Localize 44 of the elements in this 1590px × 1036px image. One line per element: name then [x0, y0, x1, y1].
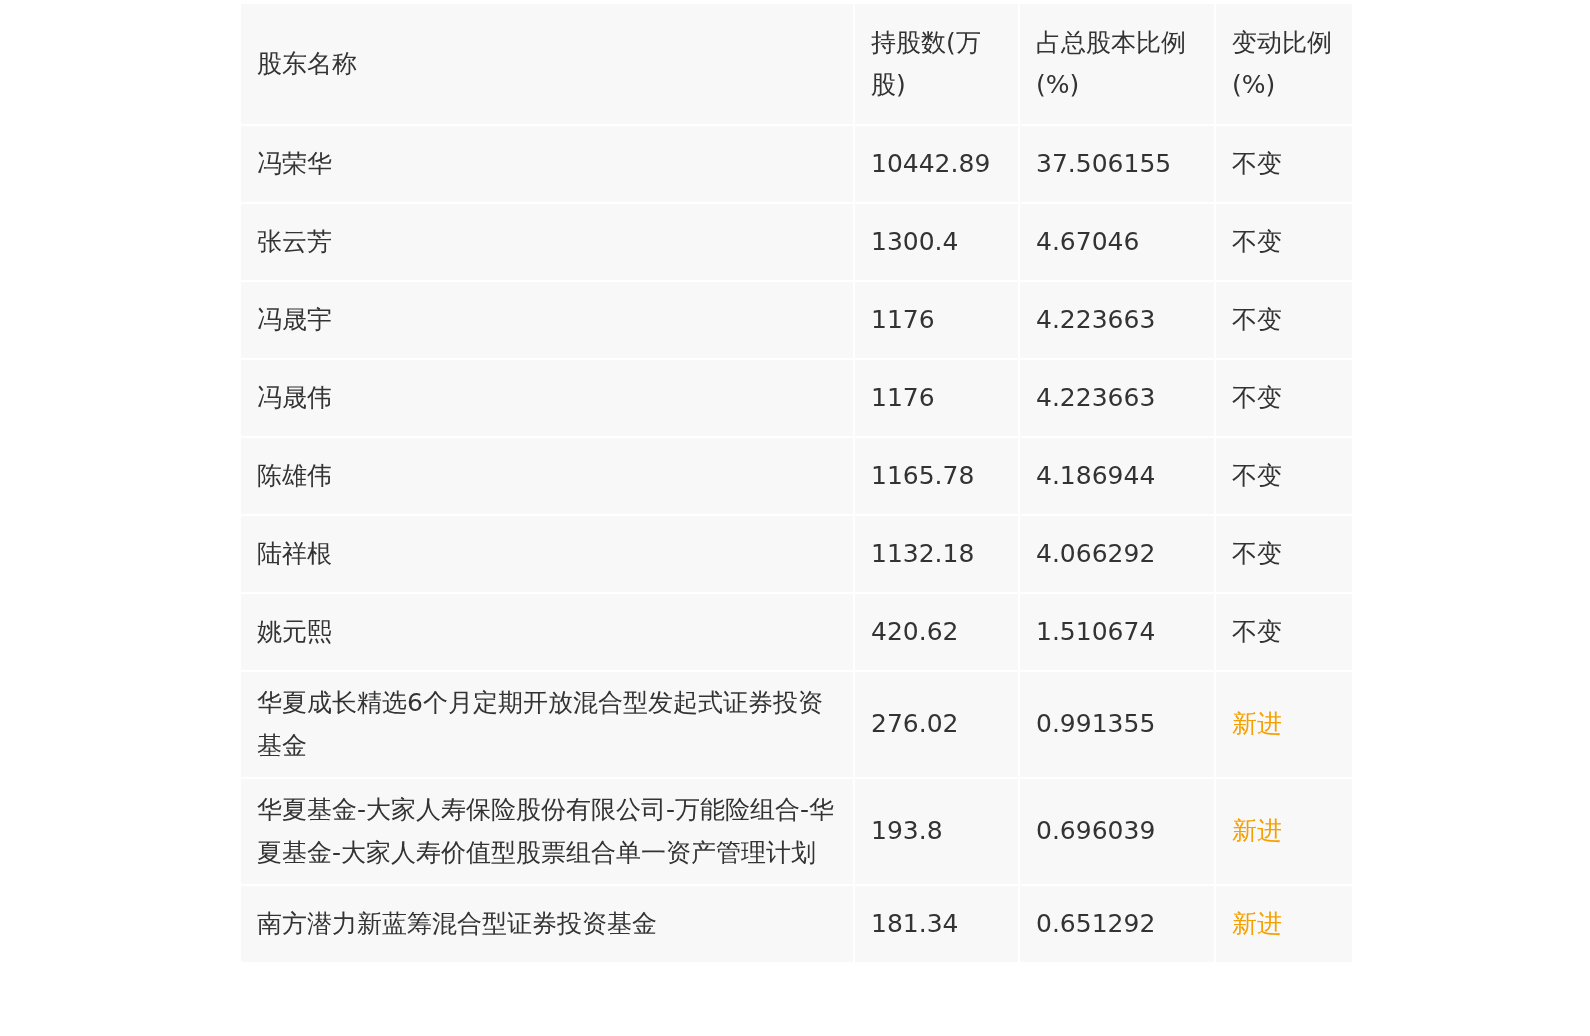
- shares-cell: 10442.89: [854, 125, 1019, 203]
- shareholder-name-cell: 冯荣华: [240, 125, 854, 203]
- ratio-cell: 4.67046: [1019, 203, 1215, 281]
- shareholder-name-cell: 陆祥根: [240, 515, 854, 593]
- shares-cell: 420.62: [854, 593, 1019, 671]
- shares-cell: 181.34: [854, 885, 1019, 963]
- ratio-cell: 0.696039: [1019, 778, 1215, 885]
- shareholder-name-cell: 陈雄伟: [240, 437, 854, 515]
- shares-cell: 193.8: [854, 778, 1019, 885]
- column-header: 变动比例(%): [1215, 3, 1353, 125]
- change-cell: 不变: [1215, 281, 1353, 359]
- ratio-cell: 37.506155: [1019, 125, 1215, 203]
- shares-cell: 1176: [854, 359, 1019, 437]
- shareholder-name-cell: 华夏成长精选6个月定期开放混合型发起式证券投资基金: [240, 671, 854, 778]
- shareholder-name-cell: 张云芳: [240, 203, 854, 281]
- ratio-cell: 0.651292: [1019, 885, 1215, 963]
- shareholder-name-cell: 冯晟伟: [240, 359, 854, 437]
- shares-cell: 276.02: [854, 671, 1019, 778]
- shareholder-name-cell: 华夏基金-大家人寿保险股份有限公司-万能险组合-华夏基金-大家人寿价值型股票组合单一资产管理计划: [240, 778, 854, 885]
- change-cell: 不变: [1215, 593, 1353, 671]
- change-cell: 新进: [1215, 778, 1353, 885]
- ratio-cell: 4.066292: [1019, 515, 1215, 593]
- shares-cell: 1300.4: [854, 203, 1019, 281]
- change-cell: 新进: [1215, 671, 1353, 778]
- change-cell: 不变: [1215, 125, 1353, 203]
- ratio-cell: 4.223663: [1019, 359, 1215, 437]
- shareholder-name-cell: 冯晟宇: [240, 281, 854, 359]
- column-header: 股东名称: [240, 3, 854, 125]
- change-cell: 不变: [1215, 203, 1353, 281]
- ratio-cell: 1.510674: [1019, 593, 1215, 671]
- shareholder-name-cell: 姚元熙: [240, 593, 854, 671]
- change-cell: 不变: [1215, 359, 1353, 437]
- shares-cell: 1132.18: [854, 515, 1019, 593]
- shareholder-name-cell: 南方潜力新蓝筹混合型证券投资基金: [240, 885, 854, 963]
- column-header: 占总股本比例(%): [1019, 3, 1215, 125]
- change-cell: 不变: [1215, 515, 1353, 593]
- ratio-cell: 4.186944: [1019, 437, 1215, 515]
- shares-cell: 1176: [854, 281, 1019, 359]
- ratio-cell: 4.223663: [1019, 281, 1215, 359]
- change-cell: 不变: [1215, 437, 1353, 515]
- shares-cell: 1165.78: [854, 437, 1019, 515]
- column-header: 持股数(万股): [854, 3, 1019, 125]
- ratio-cell: 0.991355: [1019, 671, 1215, 778]
- change-cell: 新进: [1215, 885, 1353, 963]
